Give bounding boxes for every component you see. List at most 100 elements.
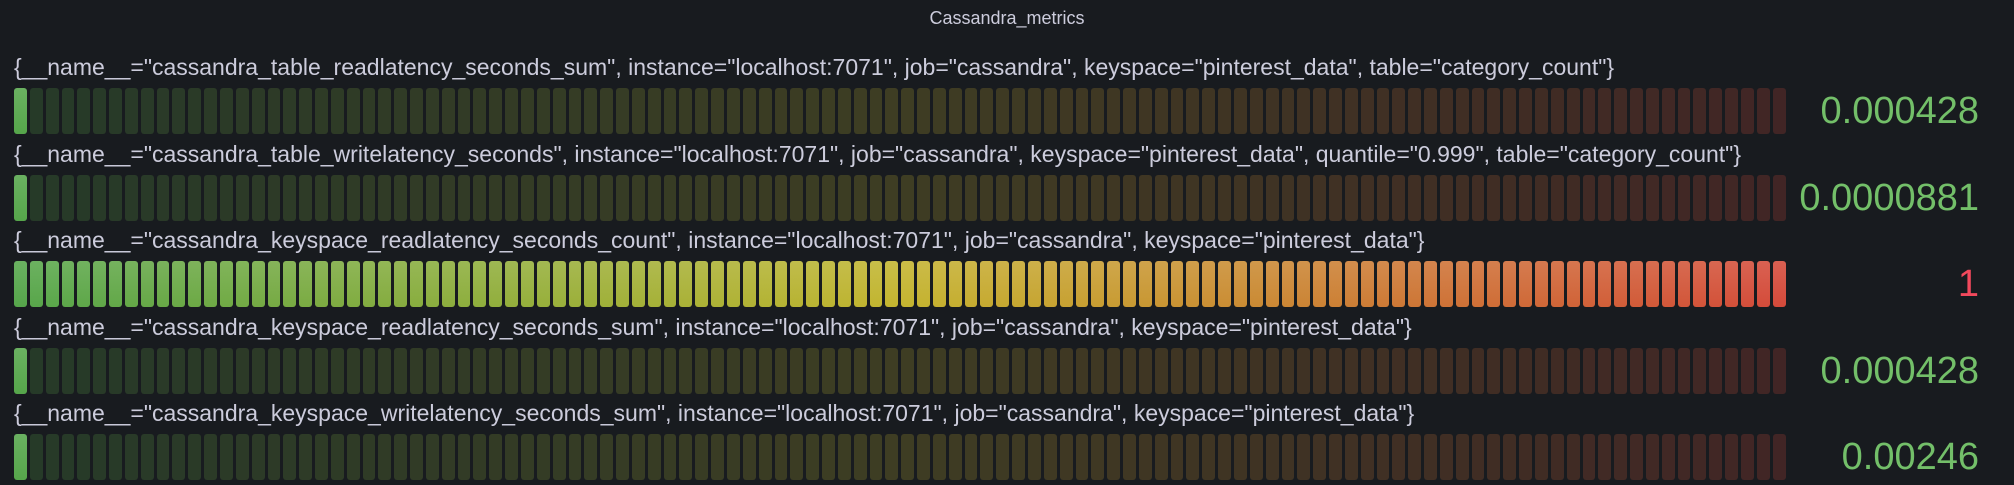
gauge-cell xyxy=(330,88,344,134)
gauge-cell xyxy=(77,434,91,480)
gauge-cell xyxy=(1693,261,1707,307)
gauge-cell xyxy=(425,88,439,134)
gauge-cell xyxy=(837,347,851,394)
gauge-cell xyxy=(140,174,154,221)
gauge-cell xyxy=(1265,347,1279,394)
gauge-cell xyxy=(378,434,392,480)
gauge-cell xyxy=(948,347,962,394)
gauge-cell xyxy=(1740,261,1754,307)
gauge-cell xyxy=(505,347,518,394)
gauge-cell xyxy=(1598,434,1612,480)
gauge-cell xyxy=(61,88,75,134)
gauge-value: 0.00246 xyxy=(1841,436,1979,478)
gauge-cell xyxy=(1614,174,1628,221)
gauge-row-label: {__name__="cassandra_keyspace_readlatenc… xyxy=(14,227,1425,253)
gauge-cell xyxy=(1740,434,1754,480)
panel-title[interactable]: Cassandra_metrics xyxy=(0,6,2014,30)
gauge-cell xyxy=(1598,347,1612,394)
gauge-cell xyxy=(568,434,582,480)
gauge-cell xyxy=(790,88,804,134)
gauge-cell xyxy=(647,347,661,394)
gauge-cell xyxy=(219,347,233,394)
gauge-cell xyxy=(647,261,661,307)
gauge-cell xyxy=(473,347,487,394)
gauge-cell xyxy=(1344,434,1358,480)
gauge-cell xyxy=(93,88,107,134)
gauge-cell xyxy=(330,174,344,221)
gauge-cell xyxy=(1329,261,1342,307)
gauge-cell xyxy=(1281,88,1295,134)
gauge-cell xyxy=(1059,347,1073,394)
gauge-cell xyxy=(219,174,233,221)
gauge-cell xyxy=(631,434,645,480)
gauge-cell xyxy=(299,174,313,221)
gauge-bar[interactable] xyxy=(14,261,1786,307)
gauge-cell xyxy=(837,88,851,134)
gauge-cell xyxy=(774,88,788,134)
gauge-cell xyxy=(1503,434,1517,480)
gauge-bar[interactable] xyxy=(14,174,1786,221)
gauge-cell xyxy=(188,434,202,480)
gauge-cell xyxy=(1170,434,1184,480)
gauge-cell xyxy=(473,174,487,221)
gauge-cell xyxy=(869,174,883,221)
gauge-bar[interactable] xyxy=(14,347,1786,394)
gauge-bar[interactable] xyxy=(14,88,1786,134)
gauge-cell xyxy=(1709,174,1723,221)
gauge-cell xyxy=(505,88,518,134)
gauge-cell xyxy=(742,261,756,307)
gauge-bar[interactable] xyxy=(14,434,1786,480)
gauge-cell xyxy=(1424,347,1437,394)
gauge-cell xyxy=(774,347,788,394)
gauge-cell xyxy=(711,88,724,134)
gauge-cell xyxy=(1344,88,1358,134)
gauge-cell xyxy=(1408,347,1422,394)
gauge-cell xyxy=(1535,347,1548,394)
gauge-cell xyxy=(932,261,946,307)
gauge-cell xyxy=(695,261,709,307)
gauge-cell xyxy=(61,261,75,307)
gauge-cell xyxy=(663,347,677,394)
gauge-cell xyxy=(1392,347,1406,394)
gauge-cell xyxy=(61,174,75,221)
gauge-cell xyxy=(1091,347,1105,394)
gauge-cell xyxy=(1186,347,1200,394)
gauge-cell xyxy=(378,174,392,221)
gauge-cell xyxy=(1439,347,1453,394)
gauge-cell xyxy=(1487,174,1501,221)
gauge-row-label: {__name__="cassandra_table_readlatency_s… xyxy=(14,54,1615,80)
gauge-cell xyxy=(1519,88,1532,134)
gauge-cell xyxy=(1693,347,1707,394)
gauge-cell xyxy=(394,88,408,134)
gauge-cell xyxy=(996,88,1010,134)
gauge-cell xyxy=(29,347,43,394)
gauge-cell xyxy=(124,174,138,221)
gauge-cell xyxy=(1059,174,1073,221)
gauge-cell xyxy=(758,347,772,394)
gauge-cell xyxy=(1107,261,1121,307)
gauge-cell xyxy=(61,434,75,480)
gauge-cell xyxy=(885,88,899,134)
gauge-cell xyxy=(1630,88,1643,134)
gauge-cell xyxy=(14,88,27,134)
gauge-cell xyxy=(156,261,170,307)
gauge-cell xyxy=(1360,261,1374,307)
gauge-cell xyxy=(695,347,709,394)
gauge-cell xyxy=(457,261,471,307)
gauge-cell xyxy=(1123,174,1136,221)
gauge-cell xyxy=(616,174,629,221)
gauge-cell xyxy=(568,174,582,221)
gauge-cell xyxy=(552,434,566,480)
gauge-cell xyxy=(1249,347,1263,394)
gauge-cell xyxy=(1408,174,1422,221)
gauge-cell xyxy=(188,88,202,134)
gauge-cell xyxy=(1455,347,1469,394)
gauge-cell xyxy=(1756,174,1770,221)
gauge-cell xyxy=(93,261,107,307)
gauge-value: 1 xyxy=(1957,263,1979,305)
gauge-cell xyxy=(742,174,756,221)
gauge-cell xyxy=(600,434,614,480)
gauge-cell xyxy=(568,88,582,134)
gauge-cell xyxy=(1772,261,1786,307)
gauge-cell xyxy=(109,261,122,307)
